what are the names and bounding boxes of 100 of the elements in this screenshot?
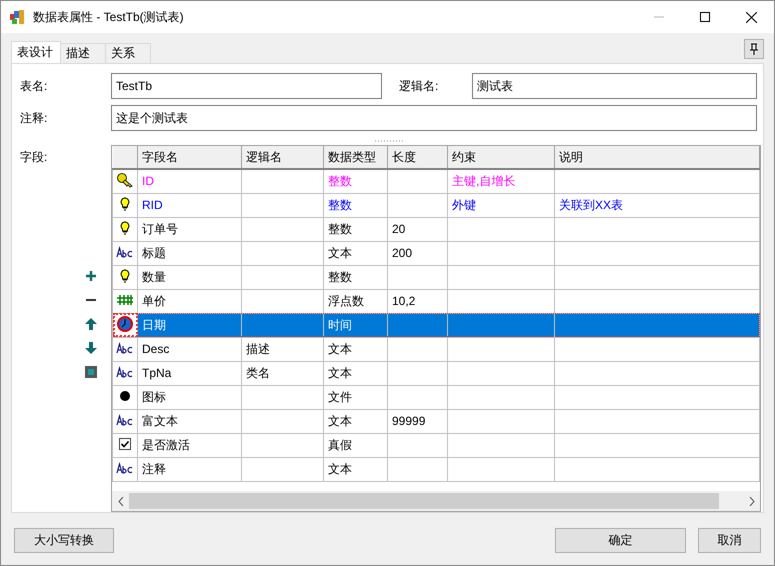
table-cell: 数量	[138, 265, 242, 289]
table-cell: 类名	[242, 361, 324, 385]
table-cell: 文本	[324, 409, 388, 433]
table-row[interactable]: 图标 文件	[112, 385, 760, 409]
table-cell	[388, 385, 448, 409]
grid-icon	[117, 295, 133, 305]
text-type-icon	[116, 462, 134, 474]
table-cell: 真假	[324, 433, 388, 457]
table-cell	[388, 313, 448, 337]
table-cell: 日期	[138, 313, 242, 337]
table-row[interactable]: 数量 整数	[112, 265, 760, 289]
table-name-label: 表名:	[20, 78, 48, 94]
column-header[interactable]: 说明	[554, 146, 760, 169]
fields-label: 字段:	[20, 149, 48, 166]
text-type-icon	[116, 342, 134, 354]
table-row[interactable]: 订单号 整数 20	[112, 217, 760, 241]
splitter-handle[interactable]	[374, 140, 402, 142]
table-cell: 是否激活	[138, 433, 242, 457]
lightbulb-icon	[120, 196, 130, 210]
table-row[interactable]: 富文本 文本 99999	[112, 409, 760, 433]
table-row[interactable]: 注释 文本	[112, 457, 760, 481]
minus-icon	[86, 298, 96, 302]
table-cell: 20	[388, 217, 448, 241]
down-arrow-icon	[85, 342, 97, 354]
tab[interactable]: 表设计	[11, 41, 61, 63]
table-cell	[388, 457, 448, 481]
table-cell: TpNa	[138, 361, 242, 385]
maximize-icon	[700, 12, 710, 22]
close-icon	[746, 12, 756, 22]
table-cell: 文本	[324, 337, 388, 361]
table-cell: 文本	[324, 457, 388, 481]
table-cell: 整数	[324, 169, 388, 193]
table-cell: 标题	[138, 241, 242, 265]
table-row[interactable]: 是否激活 真假	[112, 433, 760, 457]
chevron-left-icon	[118, 496, 124, 506]
text-type-icon	[116, 246, 134, 258]
plus-icon	[86, 271, 96, 281]
table-row[interactable]: RID 整数 外键 关联到XX表	[112, 193, 760, 217]
dot-icon	[120, 391, 130, 401]
table-cell: 10,2	[388, 289, 448, 313]
table-cell: RID	[138, 193, 242, 217]
table-cell: 浮点数	[324, 289, 388, 313]
lightbulb-icon	[120, 220, 130, 234]
clock-icon	[116, 314, 134, 332]
table-cell	[388, 193, 448, 217]
table-name-field[interactable]: TestTb	[111, 73, 382, 99]
minimize-icon	[654, 16, 664, 18]
column-header[interactable]: 数据类型	[324, 146, 388, 169]
table-cell	[388, 361, 448, 385]
table-cell: 外键	[448, 193, 554, 217]
table-row[interactable]: 单价 浮点数 10,2	[112, 289, 760, 313]
pin-icon	[750, 43, 758, 55]
table-cell: 注释	[138, 457, 242, 481]
table-cell: 文件	[324, 385, 388, 409]
table-cell	[388, 169, 448, 193]
lightbulb-icon	[120, 268, 130, 282]
column-header[interactable]: 约束	[448, 146, 554, 169]
ok-button[interactable]: 确定	[555, 528, 686, 553]
add-button[interactable]	[84, 269, 98, 283]
table-cell: 关联到XX表	[554, 193, 760, 217]
text-type-icon	[116, 414, 134, 426]
checkbox-icon	[119, 438, 131, 450]
table-cell	[388, 433, 448, 457]
table-row[interactable]: TpNa 类名 文本	[112, 361, 760, 385]
table-row[interactable]: 标题 文本 200	[112, 241, 760, 265]
table-cell: 整数	[324, 217, 388, 241]
table-cell: 图标	[138, 385, 242, 409]
column-header[interactable]: 字段名	[138, 146, 242, 169]
table-cell: 整数	[324, 193, 388, 217]
table-cell	[388, 265, 448, 289]
case-convert-button[interactable]: 大小写转换	[14, 528, 114, 553]
move-down-button[interactable]	[84, 341, 98, 355]
table-cell: ID	[138, 169, 242, 193]
column-header[interactable]: 逻辑名	[242, 146, 324, 169]
square-icon	[85, 366, 97, 378]
table-row[interactable]: Desc 描述 文本	[112, 337, 760, 361]
table-cell: Desc	[138, 337, 242, 361]
app-icon	[9, 9, 25, 25]
pin-button[interactable]	[744, 39, 764, 59]
square-button[interactable]	[84, 365, 98, 379]
comment-field[interactable]: 这是个测试表	[111, 105, 757, 131]
logical-name-field[interactable]: 测试表	[472, 73, 757, 99]
table-cell: 主键,自增长	[448, 169, 554, 193]
scrollbar-thumb[interactable]	[129, 493, 719, 509]
cancel-button[interactable]: 取消	[698, 528, 761, 553]
comment-label: 注释:	[20, 110, 48, 126]
table-cell: 99999	[388, 409, 448, 433]
table-cell: 描述	[242, 337, 324, 361]
table-row[interactable]: 日期 时间	[112, 313, 760, 337]
table-cell: 订单号	[138, 217, 242, 241]
tab[interactable]: 关系	[105, 43, 151, 63]
table-cell: 整数	[324, 265, 388, 289]
table-cell	[388, 337, 448, 361]
table-cell: 文本	[324, 241, 388, 265]
move-up-button[interactable]	[84, 317, 98, 331]
window-title: 数据表属性 - TestTb(测试表)	[33, 8, 185, 26]
table-cell: 富文本	[138, 409, 242, 433]
text-type-icon	[116, 366, 134, 378]
column-header[interactable]: 长度	[388, 146, 448, 169]
table-cell: 文本	[324, 361, 388, 385]
